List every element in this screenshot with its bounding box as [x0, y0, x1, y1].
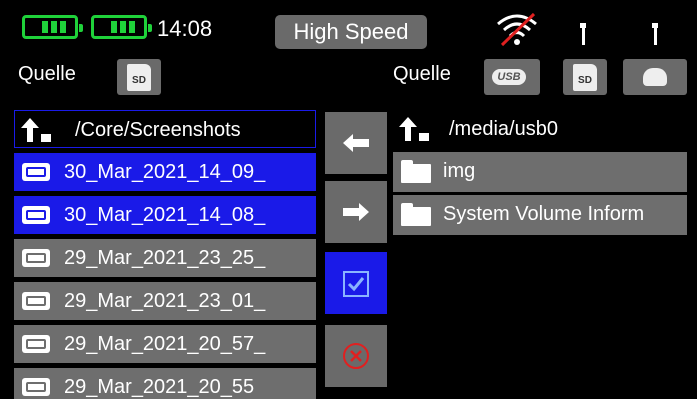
image-file-icon [22, 206, 50, 224]
antenna-icon [652, 23, 658, 45]
antenna-icon [580, 23, 586, 45]
image-file-icon [22, 378, 50, 396]
folder-up-icon [21, 118, 51, 142]
select-all-button[interactable] [325, 252, 387, 314]
folder-up-icon [399, 117, 429, 141]
checkbox-icon [343, 271, 369, 297]
wifi-disabled-icon [497, 12, 537, 47]
right-path-bar[interactable]: /media/usb0 [393, 110, 687, 148]
folder-icon [401, 203, 431, 226]
sd-card-icon: SD [573, 64, 597, 91]
list-item[interactable]: System Volume Inform [393, 195, 687, 235]
folder-icon [401, 160, 431, 183]
list-item[interactable]: 29_Mar_2021_23_01_ [14, 282, 316, 320]
delete-button[interactable] [325, 325, 387, 387]
speed-mode-button[interactable]: High Speed [275, 15, 427, 49]
image-file-icon [22, 163, 50, 181]
image-file-icon [22, 249, 50, 267]
list-item[interactable]: 29_Mar_2021_20_55 [14, 368, 316, 399]
left-path-bar[interactable]: /Core/Screenshots [14, 110, 316, 148]
sd-card-icon: SD [127, 64, 151, 91]
list-item[interactable]: 30_Mar_2021_14_09_ [14, 153, 316, 191]
cancel-circle-icon [343, 343, 369, 369]
copy-right-button[interactable] [325, 181, 387, 243]
usb-icon: USB [492, 69, 526, 85]
left-source-label: Quelle [18, 63, 76, 85]
copy-left-button[interactable] [325, 112, 387, 174]
list-item[interactable]: 30_Mar_2021_14_08_ [14, 196, 316, 234]
list-item[interactable]: 29_Mar_2021_20_57_ [14, 325, 316, 363]
left-path: /Core/Screenshots [75, 119, 241, 141]
cloud-icon [643, 68, 667, 86]
right-cloud-source-button[interactable] [623, 59, 687, 95]
right-sd-source-button[interactable]: SD [563, 59, 607, 95]
right-path: /media/usb0 [449, 118, 558, 140]
left-sd-source-button[interactable]: SD [117, 59, 161, 95]
battery-icon [91, 15, 152, 39]
clock: 14:08 [157, 16, 213, 41]
image-file-icon [22, 335, 50, 353]
image-file-icon [22, 292, 50, 310]
arrow-left-icon [343, 134, 369, 152]
list-item[interactable]: 29_Mar_2021_23_25_ [14, 239, 316, 277]
arrow-right-icon [343, 203, 369, 221]
right-source-label: Quelle [393, 63, 451, 85]
list-item[interactable]: img [393, 152, 687, 192]
right-usb-source-button[interactable]: USB [484, 59, 540, 95]
battery-icon [22, 15, 83, 39]
